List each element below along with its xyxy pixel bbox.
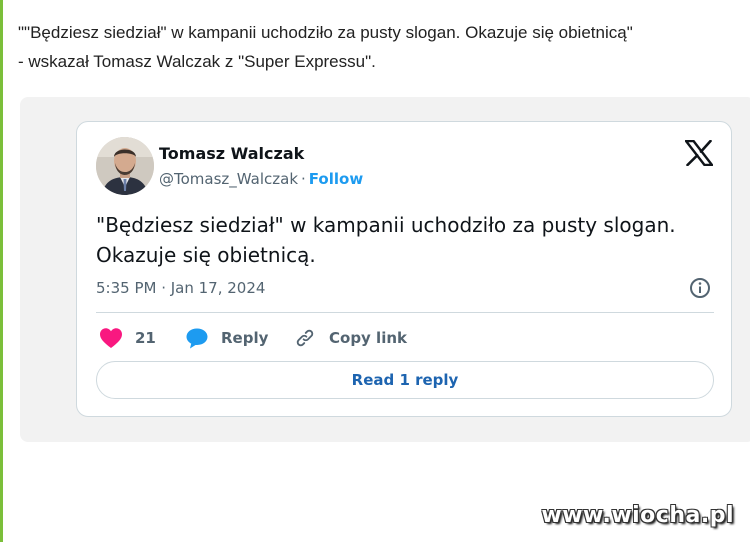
follow-button[interactable]: Follow bbox=[309, 170, 363, 188]
link-icon bbox=[296, 329, 314, 347]
left-accent-bar bbox=[0, 0, 3, 542]
like-count: 21 bbox=[135, 329, 156, 347]
x-logo-icon[interactable] bbox=[684, 139, 714, 167]
handle-separator: · bbox=[301, 170, 306, 188]
like-button[interactable]: 21 bbox=[99, 325, 156, 351]
info-icon[interactable] bbox=[688, 276, 712, 300]
tweet-card: Tomasz Walczak @Tomasz_Walczak · Follow "B… bbox=[76, 121, 732, 417]
copy-link-button[interactable]: Copy link bbox=[293, 325, 407, 351]
copy-link-label: Copy link bbox=[329, 329, 407, 347]
tweet-divider bbox=[96, 312, 714, 313]
author-name[interactable]: Tomasz Walczak bbox=[159, 144, 304, 163]
site-watermark: www.wiocha.pl bbox=[541, 503, 734, 528]
tweet-text: "Będziesz siedział" w kampanii uchodziło… bbox=[96, 210, 716, 270]
read-replies-button[interactable]: Read 1 reply bbox=[96, 361, 714, 399]
tweet-timestamp[interactable]: 5:35 PM · Jan 17, 2024 bbox=[96, 279, 265, 297]
heart-icon bbox=[100, 328, 122, 348]
tweet-text-line-2: Okazuje się obietnicą. bbox=[96, 243, 316, 267]
article-quote: ""Będziesz siedział" w kampanii uchodził… bbox=[18, 18, 743, 76]
author-avatar[interactable] bbox=[96, 137, 154, 195]
speech-bubble-icon bbox=[186, 328, 208, 349]
tweet-text-line-1: "Będziesz siedział" w kampanii uchodziło… bbox=[96, 213, 676, 237]
article-quote-line-2: - wskazał Tomasz Walczak z "Super Expres… bbox=[18, 52, 376, 71]
article-quote-line-1: ""Będziesz siedział" w kampanii uchodził… bbox=[18, 23, 633, 42]
author-handle-row: @Tomasz_Walczak · Follow bbox=[159, 170, 363, 188]
author-handle[interactable]: @Tomasz_Walczak bbox=[159, 170, 298, 188]
reply-button[interactable]: Reply bbox=[185, 325, 268, 351]
reply-label: Reply bbox=[221, 329, 269, 347]
